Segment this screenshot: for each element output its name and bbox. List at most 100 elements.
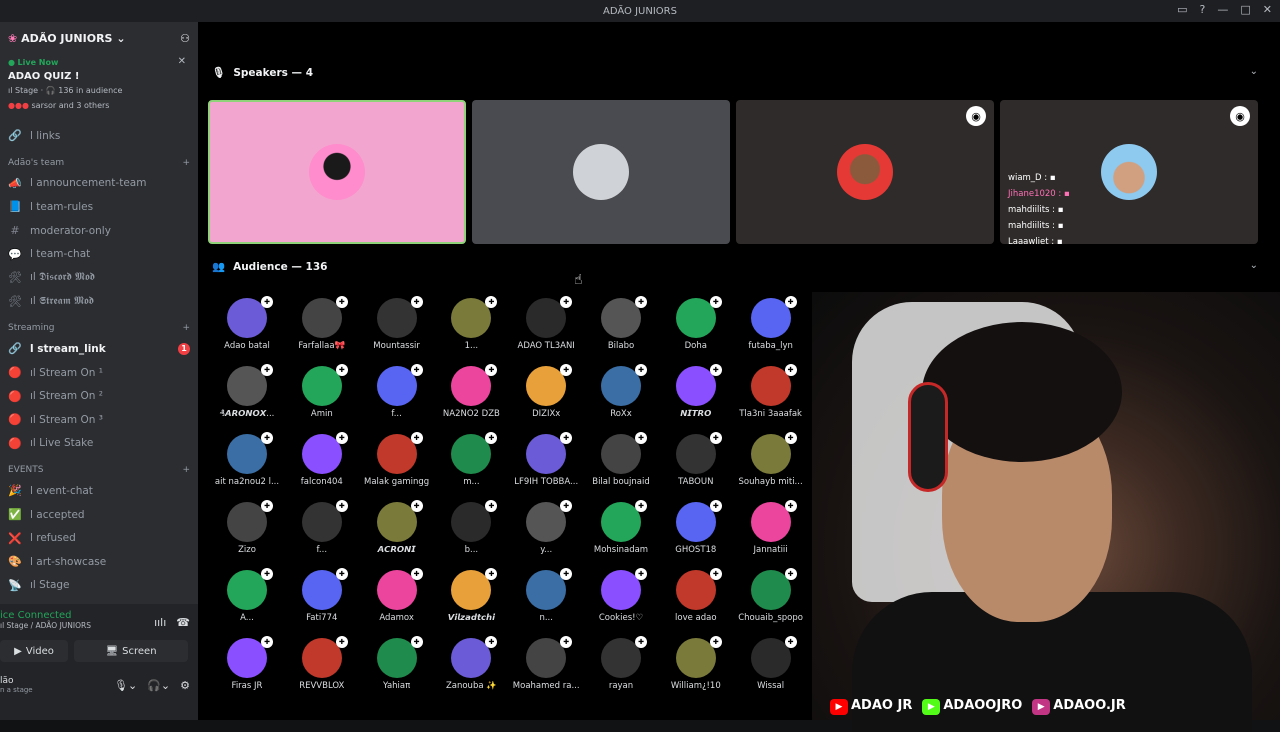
- collapse-speakers-icon[interactable]: ⌄: [1250, 66, 1258, 77]
- collapse-audience-icon[interactable]: ⌄: [1250, 260, 1258, 271]
- audience-member[interactable]: ✚ f...: [360, 364, 434, 419]
- chat-message: Laaawliet : ▪: [1008, 237, 1063, 244]
- audience-member[interactable]: ✚ Tla3ni 3aaafak: [734, 364, 808, 419]
- channel-events-4[interactable]: 📡 ıl Stage: [0, 574, 198, 598]
- speaker-tile-1[interactable]: [208, 100, 466, 244]
- channel-top-0[interactable]: 🔗 l links: [0, 124, 198, 148]
- audience-member[interactable]: ✚ rayan: [584, 636, 658, 691]
- speaker-tile-2[interactable]: [472, 100, 730, 244]
- help-icon[interactable]: ?: [1200, 3, 1206, 16]
- channel-events-3[interactable]: 🎨 l art-showcase: [0, 550, 198, 574]
- audience-member[interactable]: ✚ b...: [434, 500, 508, 555]
- audience-member[interactable]: ✚ RoXx: [584, 364, 658, 419]
- audience-member[interactable]: ✚ n...: [509, 568, 583, 623]
- audience-member[interactable]: ✚ 𝙉𝙄𝙏𝙍𝙊: [659, 364, 733, 419]
- audience-name: 𝙉𝙄𝙏𝙍𝙊: [680, 409, 712, 419]
- add-channel-icon[interactable]: +: [182, 323, 190, 333]
- live-now-panel[interactable]: ● Live Now ✕ ADAO QUIZ ! ıl Stage · 🎧 13…: [0, 54, 198, 124]
- channel-events-2[interactable]: ❌ l refused: [0, 526, 198, 550]
- category-team[interactable]: Adão's team +: [0, 148, 198, 172]
- channel-stream-3[interactable]: 🔴 ıl Stream On ³: [0, 408, 198, 432]
- user-name[interactable]: lão: [0, 676, 33, 686]
- voice-location[interactable]: ıl Stage / ADÃO JUNIORS: [0, 621, 91, 630]
- audience-member[interactable]: ✚ 𝘼𝘾𝙍𝙊𝙉𝙄: [360, 500, 434, 555]
- streaming-status-icon: ✚: [709, 296, 722, 308]
- channel-team-0[interactable]: 📣 l announcement-team: [0, 172, 198, 196]
- channel-stream-2[interactable]: 🔴 ıl Stream On ²: [0, 384, 198, 408]
- channel-stream-1[interactable]: 🔴 ıl Stream On ¹: [0, 361, 198, 385]
- audience-member[interactable]: ✚ Adamox: [360, 568, 434, 623]
- audience-member[interactable]: ✚ Yahiaπ: [360, 636, 434, 691]
- audience-member[interactable]: ✚ ₰𝘼𝙍𝙊𝙉𝙊𝙓...: [210, 364, 284, 419]
- audience-member[interactable]: ✚ Doha: [659, 296, 733, 351]
- audience-member[interactable]: ✚ ADAO TL3ANI: [509, 296, 583, 351]
- audience-member[interactable]: ✚ Mountassir: [360, 296, 434, 351]
- channel-events-1[interactable]: ✅ l accepted: [0, 503, 198, 527]
- avatar: ✚: [451, 568, 498, 610]
- audience-member[interactable]: ✚ Bilabo: [584, 296, 658, 351]
- inbox-icon[interactable]: ▭: [1177, 3, 1187, 16]
- audience-member[interactable]: ✚ Souhayb miti...: [734, 432, 808, 487]
- close-live-icon[interactable]: ✕: [178, 56, 186, 67]
- channel-team-1[interactable]: 📘 l team-rules: [0, 195, 198, 219]
- close-icon[interactable]: ✕: [1263, 3, 1272, 16]
- channel-team-5[interactable]: 🛠 ıl 𝕾𝖙𝖗𝖊𝖆𝖒 𝕸𝖔𝖉: [0, 290, 198, 314]
- soundboard-icon[interactable]: ıılı: [154, 616, 166, 629]
- audience-member[interactable]: ✚ ait na2nou2 l...: [210, 432, 284, 487]
- channel-team-2[interactable]: # moderator-only: [0, 219, 198, 243]
- microphone-icon[interactable]: 🎙⌄: [114, 679, 137, 692]
- audience-member[interactable]: ✚ REVVBLOX: [285, 636, 359, 691]
- audience-member[interactable]: ✚ Zanouba ✨: [434, 636, 508, 691]
- audience-member[interactable]: ✚ Bilal boujnaid: [584, 432, 658, 487]
- audience-member[interactable]: ✚ falcon404: [285, 432, 359, 487]
- audience-member[interactable]: ✚ Moahamed ra...: [509, 636, 583, 691]
- screen-button[interactable]: 🖥 Screen: [74, 640, 188, 662]
- audience-member[interactable]: ✚ m...: [434, 432, 508, 487]
- audience-member[interactable]: ✚ Fati774: [285, 568, 359, 623]
- audience-member[interactable]: ✚ DIZIXx: [509, 364, 583, 419]
- audience-member[interactable]: ✚ love adao: [659, 568, 733, 623]
- audience-member[interactable]: ✚ Malak gamingg: [360, 432, 434, 487]
- audience-member[interactable]: ✚ Zizo: [210, 500, 284, 555]
- speaker-tile-4[interactable]: ◉ wiam_D : ▪ Jihane1020 : ▪ mahdiilits : ▪…: [1000, 100, 1258, 244]
- audience-member[interactable]: ✚ y...: [509, 500, 583, 555]
- audience-member[interactable]: ✚ Adao batal: [210, 296, 284, 351]
- category-streaming[interactable]: Streaming +: [0, 313, 198, 337]
- add-channel-icon[interactable]: +: [182, 158, 190, 168]
- audience-member[interactable]: ✚ Wissal: [734, 636, 808, 691]
- channel-stream-0[interactable]: 🔗 l stream_link 1: [0, 337, 198, 361]
- audience-member[interactable]: ✚ Chouaib_spopo: [734, 568, 808, 623]
- screen-share-icon: 🖥: [105, 645, 119, 657]
- audience-member[interactable]: ✚ Farfallaa🎀: [285, 296, 359, 351]
- audience-member[interactable]: ✚ William¿!10: [659, 636, 733, 691]
- audience-member[interactable]: ✚ LF9IH TOBBA...: [509, 432, 583, 487]
- audience-member[interactable]: ✚ A...: [210, 568, 284, 623]
- channel-events-0[interactable]: 🎉 l event-chat: [0, 479, 198, 503]
- audience-member[interactable]: ✚ GHOST18: [659, 500, 733, 555]
- disconnect-icon[interactable]: ☎: [176, 616, 190, 629]
- headphones-icon[interactable]: 🎧⌄: [147, 679, 170, 692]
- video-button[interactable]: ▶ Video: [0, 640, 68, 662]
- audience-member[interactable]: ✚ Mohsinadam: [584, 500, 658, 555]
- settings-gear-icon[interactable]: ⚙: [180, 679, 190, 692]
- channel-team-4[interactable]: 🛠 ıl 𝕯𝖎𝖘𝖈𝖔𝖗𝖉 𝕸𝖔𝖉: [0, 266, 198, 290]
- audience-member[interactable]: ✚ NA2NO2 DZB: [434, 364, 508, 419]
- audience-member[interactable]: ✚ 𝙑𝙞𝙡𝙯𝙖𝙙𝙩𝙘𝙝𝙞: [434, 568, 508, 623]
- audience-member[interactable]: ✚ Cookies!♡: [584, 568, 658, 623]
- minimize-icon[interactable]: —: [1217, 3, 1228, 16]
- audience-member[interactable]: ✚ Jannatiii: [734, 500, 808, 555]
- category-events[interactable]: EVENTS +: [0, 455, 198, 479]
- audience-member[interactable]: ✚ 1...: [434, 296, 508, 351]
- audience-member[interactable]: ✚ f...: [285, 500, 359, 555]
- audience-member[interactable]: ✚ TABOUN: [659, 432, 733, 487]
- channel-stream-4[interactable]: 🔴 ıl Live Stake: [0, 432, 198, 456]
- maximize-icon[interactable]: □: [1240, 3, 1250, 16]
- audience-member[interactable]: ✚ Firas JR: [210, 636, 284, 691]
- speaker-tile-3[interactable]: ◉: [736, 100, 994, 244]
- audience-member[interactable]: ✚ Amin: [285, 364, 359, 419]
- guild-header[interactable]: ❀ ADÃO JUNIORS ⌄ ⚇: [0, 22, 198, 54]
- add-channel-icon[interactable]: +: [182, 465, 190, 475]
- audience-member[interactable]: ✚ futaba_lyn: [734, 296, 808, 351]
- add-friend-icon[interactable]: ⚇: [180, 32, 190, 45]
- channel-team-3[interactable]: 💬 l team-chat: [0, 242, 198, 266]
